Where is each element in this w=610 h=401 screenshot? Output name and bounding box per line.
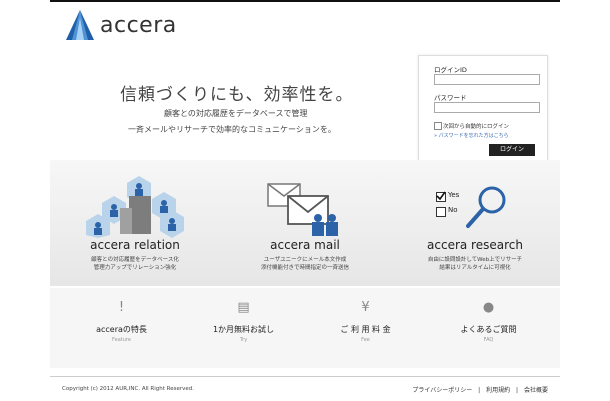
- feature-research-desc: 自由に設問設計してWeb上でリサーチ 結果はリアルタイムに可視化: [390, 256, 560, 272]
- yes-checkbox-icon: [436, 191, 446, 202]
- footer-separator: |: [478, 387, 481, 394]
- feature-research[interactable]: Yes No accera research 自由に設問設計してWeb上でリサー…: [390, 160, 560, 286]
- no-checkbox-icon: [436, 207, 446, 217]
- nav-feature-title: acceraの特長: [96, 325, 147, 334]
- exclamation-icon: !: [118, 300, 125, 315]
- no-label: No: [448, 206, 458, 214]
- top-border: [50, 0, 560, 2]
- feature-research-title: accera research: [427, 238, 523, 252]
- nav-faq-title: よくあるご質問: [460, 325, 517, 334]
- terms-link[interactable]: 利用規約: [484, 387, 512, 394]
- privacy-policy-link[interactable]: プライバシーポリシー: [410, 387, 474, 394]
- password-input[interactable]: [434, 102, 540, 113]
- mail-envelope-icon: [267, 183, 338, 236]
- bottom-navigation: ! acceraの特長 Feature ▤ 1か月無料お試し Try ¥ ご 利…: [50, 288, 560, 368]
- footer-links: プライバシーポリシー | 利用規約 | 会社概要: [410, 385, 550, 394]
- document-icon: ▤: [237, 300, 250, 315]
- logo-mark-icon: [66, 10, 94, 40]
- nav-fee[interactable]: ¥ ご 利 用 料 金 Fee: [302, 288, 429, 368]
- company-link[interactable]: 会社概要: [522, 387, 550, 394]
- nav-fee-subtitle: Fee: [361, 337, 370, 343]
- login-id-label: ログインID: [434, 66, 467, 74]
- nav-try-title: 1か月無料お試し: [212, 325, 275, 334]
- footer-separator: |: [516, 387, 519, 394]
- hero-subtitle-line-1: 顧客との対応履歴をデータベースで管理: [164, 109, 308, 118]
- feature-mail-desc-line-2: 添付機能付きで時間指定の一斉送信: [260, 265, 349, 271]
- nav-feature[interactable]: ! acceraの特長 Feature: [58, 288, 185, 368]
- copyright-text: Copyright (c) 2012 AUR,INC. All Right Re…: [62, 386, 195, 392]
- feature-mail[interactable]: accera mail ユーザユニークにメール本文作成 添付機能付きで時間指定の…: [220, 160, 390, 286]
- yes-label: Yes: [448, 191, 460, 199]
- nav-feature-subtitle: Feature: [112, 337, 131, 343]
- login-form: ログインID パスワード 次回から自動的にログイン » パスワードを忘れた方はこ…: [418, 55, 548, 163]
- feature-research-desc-line-2: 結果はリアルタイムに可視化: [439, 265, 511, 271]
- feature-research-desc-line-1: 自由に設問設計してWeb上でリサーチ: [427, 257, 523, 263]
- logo-text: accera: [100, 13, 177, 38]
- remember-me-checkbox[interactable]: [434, 122, 442, 130]
- yen-icon: ¥: [361, 300, 370, 315]
- nav-faq-subtitle: FAQ: [483, 337, 494, 343]
- accera-logo[interactable]: accera: [64, 8, 176, 42]
- feature-mail-desc: ユーザユニークにメール本文作成 添付機能付きで時間指定の一斉送信: [220, 256, 390, 272]
- login-id-input[interactable]: [434, 74, 540, 85]
- nav-try-subtitle: Try: [239, 337, 248, 343]
- nav-faq[interactable]: ● よくあるご質問 FAQ: [425, 288, 552, 368]
- hero-subtitle-line-2: 一斉メールやリサーチで効率的なコミュニケーションを。: [128, 125, 336, 134]
- feature-relation-desc-line-1: 顧客との対応履歴をデータベース化: [91, 257, 179, 263]
- hero-title: 信頼づくりにも、効率性を。: [120, 85, 354, 105]
- speech-bubble-icon: ●: [482, 300, 495, 315]
- login-button[interactable]: ログイン: [489, 144, 535, 156]
- feature-relation-desc: 顧客との対応履歴をデータベース化 管理力アップでリレーション強化: [50, 256, 220, 272]
- feature-relation[interactable]: accera relation 顧客との対応履歴をデータベース化 管理力アップで…: [50, 160, 220, 286]
- feature-mail-desc-line-1: ユーザユニークにメール本文作成: [263, 257, 347, 263]
- forgot-password-link[interactable]: » パスワードを忘れた方はこちら: [434, 132, 509, 139]
- page-container: accera 信頼づくりにも、効率性を。 顧客との対応履歴をデータベースで管理 …: [50, 0, 560, 401]
- footer: Copyright (c) 2012 AUR,INC. All Right Re…: [50, 376, 560, 401]
- remember-me-label: 次回から自動的にログイン: [443, 124, 510, 130]
- nav-try[interactable]: ▤ 1か月無料お試し Try: [180, 288, 307, 368]
- feature-relation-desc-line-2: 管理力アップでリレーション強化: [93, 265, 177, 271]
- feature-band: accera relation 顧客との対応履歴をデータベース化 管理力アップで…: [50, 160, 560, 286]
- nav-fee-title: ご 利 用 料 金: [340, 325, 391, 334]
- magnifier-icon: [466, 186, 506, 228]
- password-label: パスワード: [434, 94, 467, 102]
- relation-network-icon: [86, 176, 184, 238]
- feature-relation-title: accera relation: [90, 238, 180, 252]
- feature-mail-title: accera mail: [270, 238, 340, 252]
